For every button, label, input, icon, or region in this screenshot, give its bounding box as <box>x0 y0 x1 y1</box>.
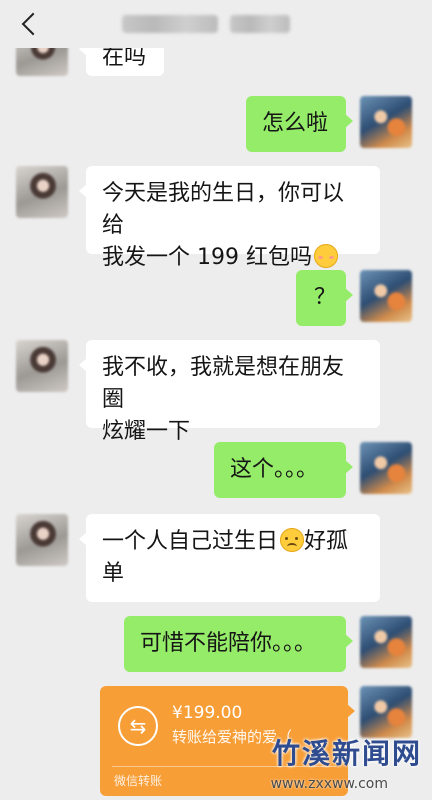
message-text-line: 一个人自己过生日 <box>102 529 279 554</box>
my-avatar[interactable] <box>360 442 412 494</box>
message-bubble-outgoing: 怎么啦 <box>246 96 353 152</box>
my-avatar[interactable] <box>360 616 412 668</box>
sad-face-emoji-icon <box>280 528 305 552</box>
message-bubble-outgoing: ？ <box>296 270 353 326</box>
contact-name-redacted <box>122 15 218 33</box>
message-text: 这个。。。 <box>230 457 319 482</box>
my-avatar[interactable] <box>360 686 412 738</box>
contact-avatar[interactable] <box>16 514 68 566</box>
message-text: ？ <box>314 285 337 310</box>
message-text-line: 我不收，我就是想在朋友圈 <box>102 355 345 412</box>
contact-avatar[interactable] <box>16 166 68 218</box>
message-text-line: 好孤 <box>304 529 349 554</box>
message-text: 在吗 <box>102 45 147 70</box>
message-text: 怎么啦 <box>262 111 329 136</box>
transfer-amount: ¥199.00 <box>172 703 243 723</box>
message-bubble-outgoing: 可惜不能陪你。。。 <box>124 616 353 672</box>
chat-header <box>0 0 432 48</box>
blush-smile-emoji-icon <box>313 244 338 268</box>
my-avatar[interactable] <box>360 96 412 148</box>
site-watermark: 竹溪新闻网 <box>271 737 422 770</box>
message-bubble-incoming: 我不收，我就是想在朋友圈 炫耀一下 <box>79 340 380 444</box>
message-bubble-incoming: 今天是我的生日，你可以给 我发一个 199 红包吗 <box>79 166 380 270</box>
transfer-footer-label: 微信转账 <box>114 774 163 788</box>
back-button[interactable] <box>14 8 45 40</box>
transfer-icon: ⇆ <box>118 706 158 746</box>
message-text: 可惜不能陪你。。。 <box>140 631 317 656</box>
message-text-line: 单 <box>102 561 125 586</box>
message-bubble-outgoing: 这个。。。 <box>214 442 353 498</box>
contact-remark-redacted <box>230 15 290 33</box>
my-avatar[interactable] <box>360 270 412 322</box>
contact-avatar[interactable] <box>16 340 68 392</box>
site-watermark-url: www.zxxww.com <box>270 776 388 792</box>
chevron-left-icon <box>21 12 45 36</box>
message-bubble-incoming: 一个人自己过生日 好孤 单 <box>79 514 380 602</box>
message-text-line: 今天是我的生日，你可以给 <box>102 181 345 238</box>
message-text-line: 我发一个 199 红包吗 <box>102 245 312 270</box>
